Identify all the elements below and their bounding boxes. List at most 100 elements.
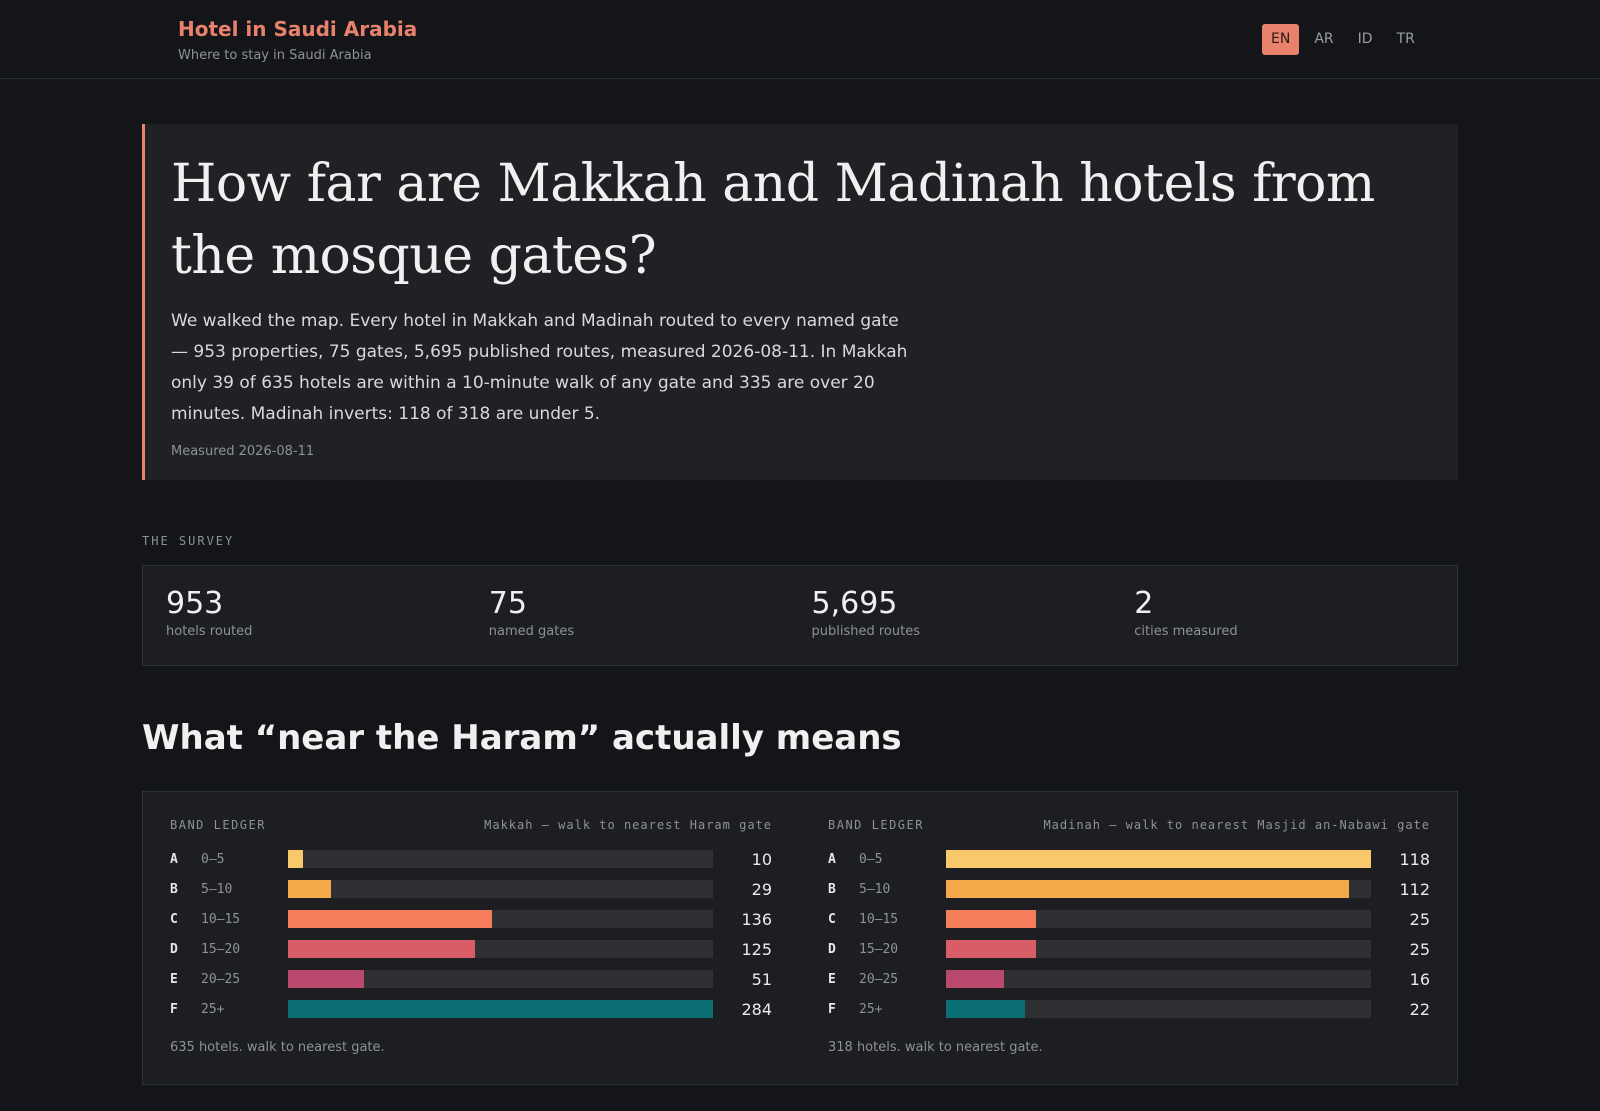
survey-stats: 953 hotels routed 75 named gates 5,695 p… bbox=[142, 565, 1458, 666]
brand[interactable]: Hotel in Saudi Arabia Where to stay in S… bbox=[178, 17, 417, 63]
band-bar bbox=[946, 910, 1037, 928]
band-count: 25 bbox=[1409, 909, 1430, 929]
language-switcher: EN AR ID TR bbox=[1262, 24, 1424, 55]
hero-lede: We walked the map. Every hotel in Makkah… bbox=[171, 311, 908, 424]
hero-panel: How far are Makkah and Madinah hotels fr… bbox=[142, 124, 1458, 480]
band-bar-track bbox=[946, 910, 1371, 928]
band-bar-track bbox=[288, 850, 713, 868]
ledger-rows: A 0–5 10 B 5–10 29 C 10–15 136 D 15–20 125 E 20–25 51 F… bbox=[170, 844, 772, 1024]
band-count: 118 bbox=[1399, 849, 1430, 869]
band-row: E 20–25 16 bbox=[828, 964, 1430, 994]
ledger-label: BAND LEDGER bbox=[170, 818, 266, 832]
stat-label: named gates bbox=[488, 624, 575, 639]
ledger-footer: 318 hotels. walk to nearest gate. bbox=[828, 1040, 1043, 1055]
band-bar bbox=[946, 880, 1350, 898]
band-row: D 15–20 25 bbox=[828, 934, 1430, 964]
band-letter: D bbox=[828, 941, 836, 957]
band-bar bbox=[288, 970, 365, 988]
band-count: 136 bbox=[741, 909, 772, 929]
band-range: 0–5 bbox=[201, 851, 225, 867]
band-range: 25+ bbox=[859, 1001, 883, 1017]
stat-hotels: 953 hotels routed bbox=[166, 586, 489, 665]
ledger-header: BAND LEDGER Makkah — walk to nearest Har… bbox=[170, 818, 772, 838]
madinah-ledger: BAND LEDGER Madinah — walk to nearest Ma… bbox=[828, 818, 1430, 1055]
band-bar-track bbox=[946, 1000, 1371, 1018]
band-count: 22 bbox=[1409, 999, 1430, 1019]
band-letter: A bbox=[170, 851, 178, 867]
band-bar-track bbox=[288, 970, 713, 988]
ledger-caption: Madinah — walk to nearest Masjid an-Naba… bbox=[1043, 818, 1430, 832]
stat-routes: 5,695 published routes bbox=[812, 586, 1135, 665]
site-title[interactable]: Hotel in Saudi Arabia bbox=[178, 17, 417, 41]
ledger-footer: 635 hotels. walk to nearest gate. bbox=[170, 1040, 385, 1055]
band-row: F 25+ 284 bbox=[170, 994, 772, 1024]
lang-tr[interactable]: TR bbox=[1388, 24, 1424, 55]
band-bar bbox=[946, 850, 1371, 868]
ledger-rows: A 0–5 118 B 5–10 112 C 10–15 25 D 15–20 25 E 20–25 16 F… bbox=[828, 844, 1430, 1024]
band-range: 15–20 bbox=[201, 941, 241, 957]
lang-id[interactable]: ID bbox=[1349, 24, 1382, 55]
band-count: 29 bbox=[751, 879, 772, 899]
band-bar-track bbox=[946, 850, 1371, 868]
makkah-ledger: BAND LEDGER Makkah — walk to nearest Har… bbox=[170, 818, 772, 1055]
band-row: C 10–15 136 bbox=[170, 904, 772, 934]
band-bar-track bbox=[946, 880, 1371, 898]
band-letter: C bbox=[828, 911, 836, 927]
band-range: 10–15 bbox=[859, 911, 899, 927]
band-letter: D bbox=[170, 941, 178, 957]
band-range: 25+ bbox=[201, 1001, 225, 1017]
band-bar-track bbox=[288, 1000, 713, 1018]
band-count: 112 bbox=[1399, 879, 1430, 899]
band-bar-track bbox=[946, 940, 1371, 958]
band-count: 125 bbox=[741, 939, 772, 959]
band-letter: E bbox=[828, 971, 836, 987]
ledger-label: BAND LEDGER bbox=[828, 818, 924, 832]
band-row: A 0–5 10 bbox=[170, 844, 772, 874]
band-range: 20–25 bbox=[859, 971, 899, 987]
lang-ar[interactable]: AR bbox=[1305, 24, 1342, 55]
band-letter: F bbox=[828, 1001, 836, 1017]
band-count: 10 bbox=[751, 849, 772, 869]
band-row: B 5–10 29 bbox=[170, 874, 772, 904]
band-bar bbox=[288, 880, 332, 898]
stat-label: cities measured bbox=[1134, 624, 1238, 639]
measured-date: Measured 2026-08-11 bbox=[171, 444, 315, 459]
band-letter: C bbox=[170, 911, 178, 927]
band-count: 284 bbox=[741, 999, 772, 1019]
band-bar-track bbox=[288, 940, 713, 958]
stat-label: hotels routed bbox=[166, 624, 253, 639]
band-bar bbox=[288, 910, 492, 928]
band-bar bbox=[946, 940, 1037, 958]
page-title: How far are Makkah and Madinah hotels fr… bbox=[171, 154, 1375, 286]
lang-en[interactable]: EN bbox=[1262, 24, 1300, 55]
band-letter: A bbox=[828, 851, 836, 867]
band-bar bbox=[288, 940, 476, 958]
band-range: 10–15 bbox=[201, 911, 241, 927]
stat-value: 953 bbox=[166, 586, 224, 621]
band-ledger-panel: BAND LEDGER Makkah — walk to nearest Har… bbox=[142, 791, 1458, 1085]
section-title: What “near the Haram” actually means bbox=[142, 718, 902, 758]
band-bar-track bbox=[288, 880, 713, 898]
band-row: E 20–25 51 bbox=[170, 964, 772, 994]
band-row: B 5–10 112 bbox=[828, 874, 1430, 904]
band-range: 5–10 bbox=[201, 881, 233, 897]
band-range: 0–5 bbox=[859, 851, 883, 867]
band-count: 16 bbox=[1409, 969, 1430, 989]
band-bar bbox=[288, 850, 303, 868]
stat-label: published routes bbox=[811, 624, 920, 639]
stat-value: 5,695 bbox=[811, 586, 898, 621]
stat-gates: 75 named gates bbox=[489, 586, 812, 665]
ledger-header: BAND LEDGER Madinah — walk to nearest Ma… bbox=[828, 818, 1430, 838]
band-row: A 0–5 118 bbox=[828, 844, 1430, 874]
band-range: 15–20 bbox=[859, 941, 899, 957]
top-bar: Hotel in Saudi Arabia Where to stay in S… bbox=[0, 0, 1600, 79]
band-bar bbox=[946, 970, 1004, 988]
band-bar-track bbox=[946, 970, 1371, 988]
stat-value: 2 bbox=[1134, 586, 1154, 621]
ledger-caption: Makkah — walk to nearest Haram gate bbox=[484, 818, 772, 832]
band-count: 25 bbox=[1409, 939, 1430, 959]
band-bar-track bbox=[288, 910, 713, 928]
band-row: F 25+ 22 bbox=[828, 994, 1430, 1024]
band-letter: F bbox=[170, 1001, 178, 1017]
band-range: 20–25 bbox=[201, 971, 241, 987]
